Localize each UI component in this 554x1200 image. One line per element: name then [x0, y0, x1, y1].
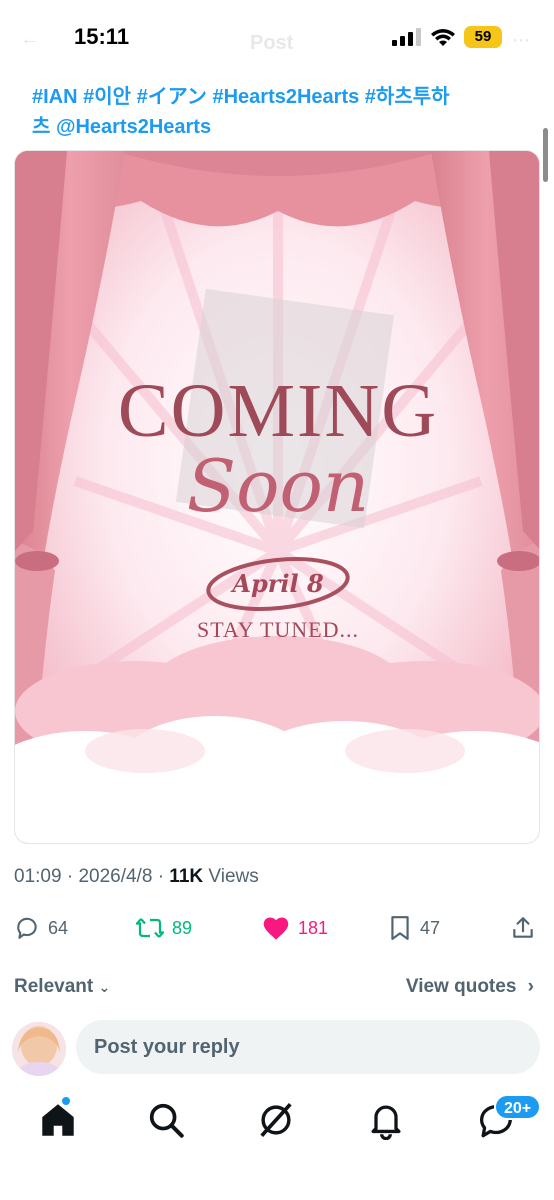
status-bar: ← 15:11 Post 59 ⋯	[0, 0, 554, 78]
meta-dot: ·	[157, 866, 165, 887]
coming-soon-poster: COMING Soon April 8 STAY TUNED...	[15, 151, 539, 843]
home-indicator	[140, 1180, 414, 1186]
tweet-media-image[interactable]: COMING Soon April 8 STAY TUNED...	[14, 150, 540, 844]
tweet-meta: 01:09 · 2026/4/8 · 11K Views	[14, 866, 259, 888]
poster-subline: Soon	[187, 444, 369, 528]
reply-input[interactable]: Post your reply	[76, 1020, 540, 1074]
sort-label: Relevant	[14, 976, 94, 997]
like-count: 181	[298, 917, 329, 938]
poster-tagline: STAY TUNED...	[197, 617, 359, 642]
back-arrow-icon[interactable]: ←	[20, 28, 40, 51]
repost-count: 89	[172, 917, 193, 938]
wifi-icon	[431, 29, 455, 46]
repost-icon	[136, 918, 164, 938]
sort-dropdown[interactable]: Relevant ⌄	[14, 976, 110, 998]
reply-button[interactable]: 64	[14, 912, 68, 944]
like-button[interactable]: 181	[262, 912, 328, 944]
reply-count: 64	[48, 917, 69, 938]
messages-badge: 20+	[494, 1094, 542, 1120]
bottom-nav	[0, 1086, 554, 1152]
reply-composer: Post your reply	[0, 1018, 554, 1078]
chevron-right-icon: ›	[527, 976, 534, 997]
poster-date: April 8	[230, 569, 324, 598]
bookmark-button[interactable]: 47	[388, 912, 440, 944]
share-button[interactable]	[510, 912, 544, 944]
tweet-text-line-2[interactable]: 츠 @Hearts2Hearts	[32, 112, 502, 142]
grok-icon[interactable]	[256, 1100, 296, 1140]
home-icon[interactable]	[38, 1100, 78, 1140]
meta-dot: ·	[66, 866, 74, 887]
poster-headline: COMING	[118, 369, 438, 453]
notifications-icon[interactable]	[366, 1100, 406, 1140]
search-icon[interactable]	[146, 1100, 186, 1140]
reply-placeholder: Post your reply	[94, 1036, 240, 1058]
cellular-signal-icon	[392, 28, 421, 46]
bookmark-count: 47	[420, 917, 441, 938]
chevron-down-icon: ⌄	[98, 979, 111, 995]
share-icon	[513, 917, 533, 938]
avatar[interactable]	[12, 1022, 66, 1076]
view-quotes-link[interactable]: View quotes ›	[406, 976, 534, 998]
tweet-text-line-1[interactable]: #IAN #이안 #イアン #Hearts2Hearts #하츠투하	[32, 82, 502, 112]
view-quotes-label: View quotes	[405, 976, 517, 997]
views-count: 11K	[169, 866, 204, 887]
scrollbar[interactable]	[543, 128, 548, 182]
reply-icon	[17, 917, 37, 939]
heart-icon	[263, 917, 289, 940]
bookmark-icon	[391, 916, 409, 940]
more-options-icon[interactable]: ⋯	[512, 30, 530, 51]
battery-indicator: 59	[464, 26, 502, 48]
tweet-actions: 64 89 181 47	[14, 912, 540, 944]
status-time: 15:11	[74, 24, 130, 49]
tweet-date[interactable]: 2026/4/8	[78, 866, 152, 887]
tweet-text: #IAN #이안 #イアン #Hearts2Hearts #하츠투하 츠 @He…	[32, 82, 502, 142]
repost-button[interactable]: 89	[136, 912, 192, 944]
home-unread-dot	[62, 1097, 70, 1105]
header-title: Post	[250, 32, 294, 54]
tweet-time[interactable]: 01:09	[14, 866, 62, 887]
views-label: Views	[208, 866, 259, 887]
